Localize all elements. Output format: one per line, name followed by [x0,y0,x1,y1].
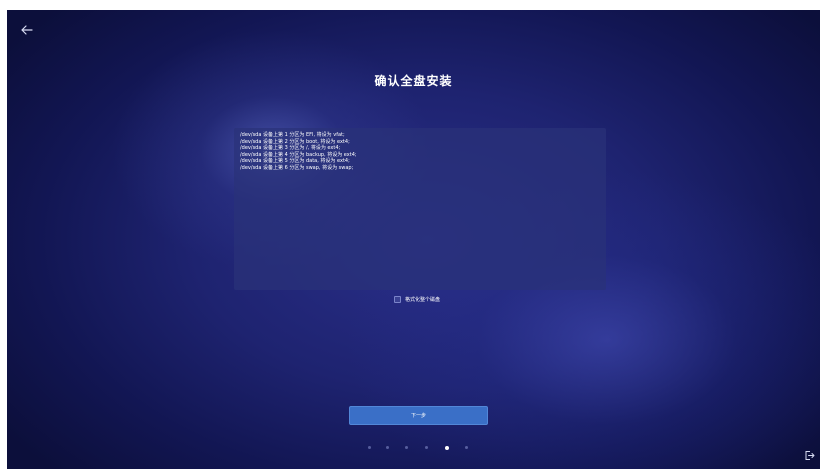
exit-icon[interactable] [804,450,815,461]
installer-window: 确认全盘安装 /dev/sda 设备上第 1 分区为 EFI, 将设为 vfat… [7,10,820,469]
step-dot [386,446,389,449]
next-button[interactable]: 下一步 [349,406,488,425]
step-dot [405,446,408,449]
format-disk-label: 格式化整个磁盘 [405,296,441,303]
format-disk-option[interactable]: 格式化整个磁盘 [394,295,440,303]
next-button-label: 下一步 [410,413,426,419]
partition-line: /dev/sda 设备上第 6 分区为 swap, 将设为 swap; [240,164,354,171]
partition-line: /dev/sda 设备上第 1 分区为 EFI, 将设为 vfat; [240,132,345,138]
partition-summary-box: /dev/sda 设备上第 1 分区为 EFI, 将设为 vfat; /dev/… [234,128,606,290]
step-indicator [368,445,474,451]
partition-line: /dev/sda 设备上第 3 分区为 /, 将设为 ext4; [240,145,341,152]
step-dot [425,446,428,449]
page-title: 确认全盘安装 [374,74,453,88]
back-arrow-icon[interactable] [18,21,36,39]
step-dot [465,446,468,449]
format-disk-checkbox[interactable] [394,295,401,303]
step-dot-active [445,445,449,450]
partition-line: /dev/sda 设备上第 5 分区为 data, 将设为 ext4; [240,158,350,165]
step-dot [368,446,371,449]
